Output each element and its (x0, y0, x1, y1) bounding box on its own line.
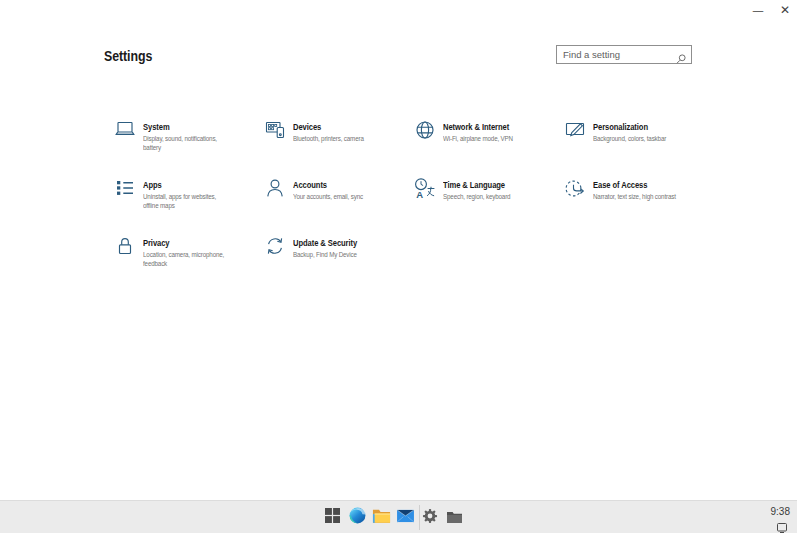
close-icon: ✕ (780, 3, 790, 17)
category-title: System (143, 121, 229, 132)
accounts-icon (263, 176, 287, 200)
folder-window-icon (447, 509, 462, 527)
category-title: Time & Language (443, 179, 529, 190)
search-box (556, 45, 692, 64)
category-devices[interactable]: Devices Bluetooth, printers, camera (263, 118, 413, 143)
personalization-icon (563, 118, 587, 142)
privacy-lock-icon (113, 234, 137, 258)
category-title: Personalization (593, 121, 679, 132)
svg-text:A: A (416, 189, 423, 200)
start-icon (325, 508, 340, 527)
category-desc: Background, colors, taskbar (593, 134, 677, 144)
category-desc: Display, sound, notifications, battery (143, 134, 227, 153)
devices-icon (263, 118, 287, 142)
category-title: Ease of Access (593, 179, 679, 190)
category-desc: Speech, region, keyboard (443, 192, 527, 202)
edge-button[interactable] (345, 501, 369, 533)
start-button[interactable] (320, 501, 344, 533)
category-desc: Your accounts, email, sync (293, 192, 377, 202)
mail-button[interactable] (393, 501, 417, 533)
time-language-icon: A (413, 176, 437, 200)
minimize-icon: — (753, 4, 764, 16)
category-privacy[interactable]: Privacy Location, camera, microphone, fee… (113, 234, 263, 269)
ease-of-access-icon (563, 176, 587, 200)
update-security-icon (263, 234, 287, 258)
category-apps[interactable]: Apps Uninstall, apps for websites, offlin… (113, 176, 263, 211)
category-personalization[interactable]: Personalization Background, colors, taskb… (563, 118, 713, 143)
category-network-internet[interactable]: Network & Internet Wi-Fi, airplane mode, … (413, 118, 563, 143)
action-center-icon[interactable] (777, 519, 787, 529)
taskbar: 9:38 (0, 500, 797, 533)
category-time-language[interactable]: A Time & Language Speech, region, keyboard (413, 176, 563, 201)
category-desc: Location, camera, microphone, feedback (143, 250, 227, 269)
settings-window: — ✕ Settings System Display, sound, notif… (0, 0, 797, 533)
category-title: Apps (143, 179, 229, 190)
category-update-security[interactable]: Update & Security Backup, Find My Device (263, 234, 413, 259)
apps-icon (113, 176, 137, 200)
settings-gear-icon (421, 507, 439, 529)
category-title: Accounts (293, 179, 379, 190)
category-desc: Narrator, text size, high contrast (593, 192, 677, 202)
category-desc: Uninstall, apps for websites, offline ma… (143, 192, 227, 211)
search-input[interactable] (557, 46, 691, 63)
page-title: Settings (104, 47, 152, 65)
category-desc: Bluetooth, printers, camera (293, 134, 377, 144)
category-title: Update & Security (293, 237, 379, 248)
file-explorer-button[interactable] (369, 501, 393, 533)
category-system[interactable]: System Display, sound, notifications, bat… (113, 118, 263, 153)
mail-icon (396, 508, 415, 527)
category-desc: Backup, Find My Device (293, 250, 377, 260)
category-title: Network & Internet (443, 121, 529, 132)
edge-icon (348, 506, 367, 529)
system-laptop-icon (113, 118, 137, 142)
close-button[interactable]: ✕ (773, 2, 797, 18)
category-desc: Wi-Fi, airplane mode, VPN (443, 134, 527, 144)
taskbar-clock[interactable]: 9:38 (771, 506, 790, 517)
category-ease-of-access[interactable]: Ease of Access Narrator, text size, high … (563, 176, 713, 201)
app-window-button[interactable] (442, 501, 466, 533)
file-explorer-icon (372, 508, 391, 528)
search-icon[interactable] (676, 50, 686, 60)
settings-button[interactable] (418, 501, 442, 533)
category-accounts[interactable]: Accounts Your accounts, email, sync (263, 176, 413, 201)
settings-grid: System Display, sound, notifications, bat… (113, 118, 733, 298)
category-title: Privacy (143, 237, 229, 248)
minimize-button[interactable]: — (746, 2, 770, 18)
network-globe-icon (413, 118, 437, 142)
category-title: Devices (293, 121, 379, 132)
